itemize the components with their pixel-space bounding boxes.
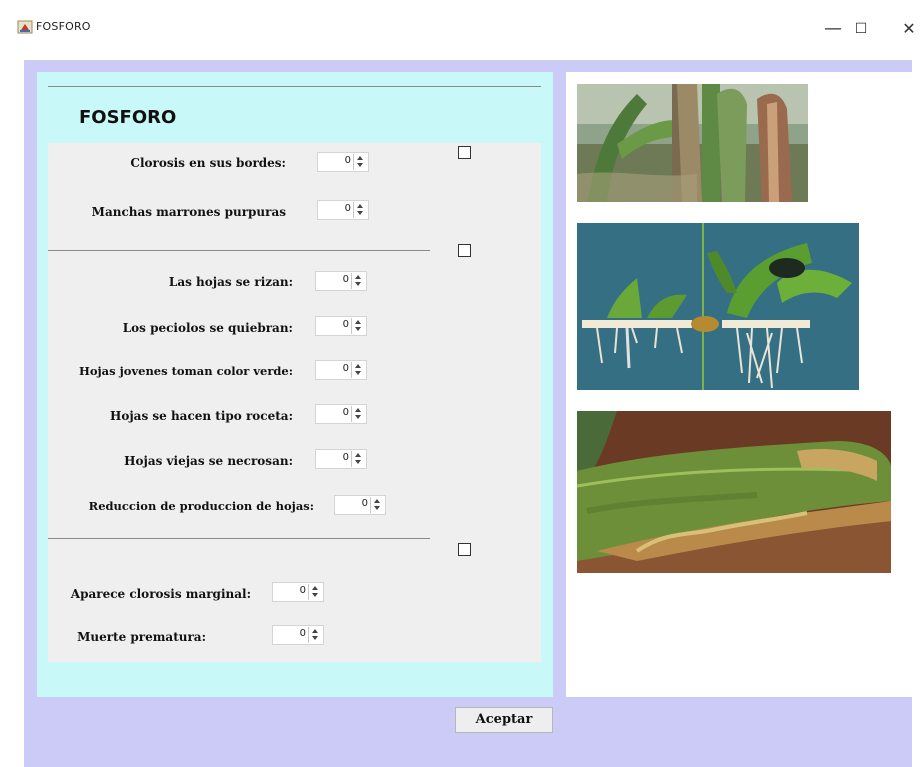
window-title: FOSFORO (36, 20, 91, 33)
necrotic-leaf-photo (577, 411, 891, 573)
spinner-arrows-icon[interactable] (351, 451, 365, 467)
spinner-value: 0 (344, 203, 351, 214)
manchas-marrones-spinner[interactable]: 0 (317, 200, 369, 220)
field-label: Reduccion de produccion de hojas: (88, 499, 314, 513)
peciolos-quiebran-spinner[interactable]: 0 (315, 316, 367, 336)
banana-plants-photo (577, 84, 808, 202)
hojas-viejas-spinner[interactable]: 0 (315, 449, 367, 469)
field-label: Las hojas se rizan: (168, 275, 293, 289)
group2-divider (48, 538, 430, 539)
reduccion-hojas-spinner[interactable]: 0 (334, 495, 386, 515)
spinner-value: 0 (342, 274, 349, 285)
java-app-icon (17, 20, 33, 34)
field-label: Muerte prematura: (77, 630, 206, 644)
spinner-value: 0 (342, 452, 349, 463)
clorosis-marginal-spinner[interactable]: 0 (272, 582, 324, 602)
top-divider (48, 86, 541, 87)
minimize-button[interactable]: — (818, 14, 848, 44)
spinner-arrows-icon[interactable] (351, 273, 365, 289)
spinner-arrows-icon[interactable] (370, 497, 384, 513)
spinner-arrows-icon[interactable] (308, 584, 322, 600)
field-label: Hojas se hacen tipo roceta: (110, 409, 293, 423)
spinner-value: 0 (342, 407, 349, 418)
clorosis-bordes-spinner[interactable]: 0 (317, 152, 369, 172)
field-label: Manchas marrones purpuras (91, 205, 286, 219)
group3-checkbox[interactable] (458, 543, 471, 556)
field-label: Hojas jovenes toman color verde: (78, 364, 293, 378)
field-label: Los peciolos se quiebran: (122, 321, 293, 335)
spinner-arrows-icon[interactable] (353, 202, 367, 218)
spinner-value: 0 (342, 319, 349, 330)
spinner-value: 0 (361, 498, 368, 509)
spinner-arrows-icon[interactable] (308, 627, 322, 643)
form-heading: FOSFORO (79, 107, 177, 128)
hojas-rizan-spinner[interactable]: 0 (315, 271, 367, 291)
spinner-arrows-icon[interactable] (351, 362, 365, 378)
maximize-button[interactable]: ☐ (846, 14, 876, 44)
accept-button[interactable]: Aceptar (455, 707, 553, 733)
muerte-prematura-spinner[interactable]: 0 (272, 625, 324, 645)
hojas-jovenes-spinner[interactable]: 0 (315, 360, 367, 380)
spinner-value: 0 (299, 585, 306, 596)
group1-checkbox[interactable] (458, 146, 471, 159)
group2-checkbox[interactable] (458, 244, 471, 257)
hojas-roceta-spinner[interactable]: 0 (315, 404, 367, 424)
spinner-arrows-icon[interactable] (351, 406, 365, 422)
hydroponic-roots-photo (577, 223, 859, 390)
field-label: Aparece clorosis marginal: (70, 587, 251, 601)
close-button[interactable]: ✕ (894, 14, 924, 44)
spinner-value: 0 (344, 155, 351, 166)
group1-divider (48, 250, 430, 251)
spinner-arrows-icon[interactable] (351, 318, 365, 334)
field-label: Clorosis en sus bordes: (130, 156, 286, 170)
title-bar (0, 0, 924, 60)
spinner-value: 0 (299, 628, 306, 639)
spinner-value: 0 (342, 363, 349, 374)
spinner-arrows-icon[interactable] (353, 154, 367, 170)
field-label: Hojas viejas se necrosan: (124, 454, 293, 468)
